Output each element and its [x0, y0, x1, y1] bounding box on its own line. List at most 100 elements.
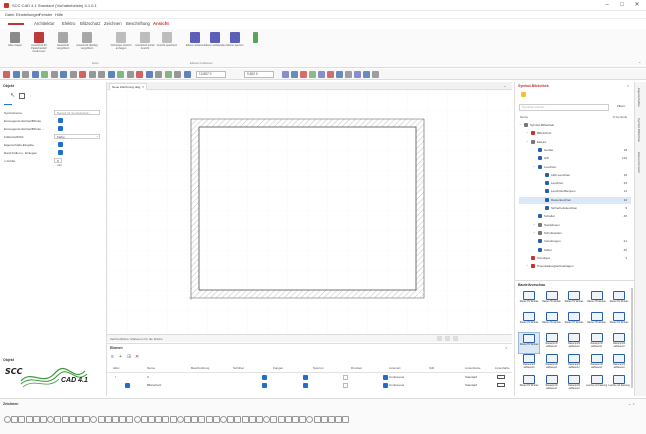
- draw-tool-43-icon[interactable]: [313, 416, 321, 423]
- ribbon-button-10[interactable]: [244, 31, 266, 61]
- draw-tool-12-icon[interactable]: [90, 416, 98, 423]
- layer-name[interactable]: 0: [147, 375, 149, 379]
- draw-tool-11-icon[interactable]: [83, 416, 91, 423]
- tree-expander-icon[interactable]: ⌄: [526, 263, 529, 267]
- toolbar-snap-7-icon[interactable]: [345, 71, 352, 78]
- draw-tool-39-icon[interactable]: [284, 416, 292, 423]
- component-tile[interactable]: Rasterprofil aufbauend: [541, 374, 563, 396]
- toolbar-tool-3-icon[interactable]: [31, 71, 39, 78]
- sidetab-eigenschaften[interactable]: Eigenschaften: [637, 88, 641, 107]
- print-checkbox[interactable]: [383, 383, 388, 388]
- toolbar-tool-16-icon[interactable]: [155, 71, 162, 78]
- layer-linetype[interactable]: Continuous: [389, 383, 404, 387]
- layer-color-swatch[interactable]: [497, 375, 505, 379]
- tree-item[interactable]: Verteilungen 21: [519, 238, 631, 245]
- draw-tool-20-icon[interactable]: [148, 416, 155, 423]
- tree-expander-icon[interactable]: ⌄: [526, 130, 529, 134]
- toolbar-snap-9-icon[interactable]: [363, 71, 370, 78]
- tree-item[interactable]: ⌄ Schnittstellen: [519, 230, 631, 237]
- draw-tool-35-icon[interactable]: [256, 416, 263, 423]
- draw-tool-42-icon[interactable]: [306, 416, 314, 423]
- sidetab-ebenen-ansicht[interactable]: Ebenen/Ansicht: [637, 152, 641, 173]
- symbol-panel-close-icon[interactable]: ×: [627, 83, 629, 88]
- layer-color-swatch[interactable]: [497, 383, 505, 387]
- draw-tool-14-icon[interactable]: [104, 416, 112, 423]
- minimize-button[interactable]: –: [600, 1, 614, 10]
- draw-tool-4-icon[interactable]: [32, 416, 40, 423]
- component-tile[interactable]: Rasterprofil aufbauend: [563, 353, 585, 375]
- draw-tool-5-icon[interactable]: [40, 416, 47, 423]
- toolbar-tool-4-icon[interactable]: [41, 71, 48, 78]
- ribbon-button-7[interactable]: Ebene isolieren: [184, 31, 206, 61]
- draw-tool-33-icon[interactable]: [241, 416, 249, 423]
- app-menu-button[interactable]: [8, 23, 24, 25]
- draw-tool-29-icon[interactable]: [212, 416, 220, 423]
- ribbon-button-1[interactable]: Ausschnitt für Papierbereich bestimmen: [28, 31, 50, 61]
- draw-tool-34-icon[interactable]: [248, 416, 256, 423]
- tree-item[interactable]: ⌄ Potentialausgleichsanlagen: [519, 263, 631, 270]
- toolbar-snap-4-icon[interactable]: [318, 71, 325, 78]
- tree-item[interactable]: ⌄ Blitzschutz: [519, 130, 631, 137]
- component-tile[interactable]: Raster-HV Einbau: [586, 290, 608, 312]
- lock-checkbox[interactable]: [343, 383, 348, 388]
- tree-item[interactable]: Rasterleuchten 34: [519, 196, 631, 204]
- doc-tab-active[interactable]: Neue Zeichnung.dwg ×: [109, 83, 147, 90]
- draw-tool-45-icon[interactable]: [328, 416, 335, 423]
- ribbon-button-5[interactable]: Ausschnitt letzter Ansicht: [134, 31, 156, 61]
- maximize-button[interactable]: □: [615, 1, 629, 10]
- ribbon-button-0[interactable]: Alles zeigen: [4, 31, 26, 61]
- component-tile[interactable]: Raster-HV Einbau: [541, 311, 563, 333]
- component-tile[interactable]: Raster-HV Einbau: [608, 290, 630, 312]
- toolbar-tool-13-icon[interactable]: [126, 71, 134, 78]
- zeichnen-pin-icon[interactable]: ⌄ ×: [628, 401, 635, 406]
- draw-tool-25-icon[interactable]: [184, 416, 191, 423]
- draw-tool-47-icon[interactable]: [342, 416, 350, 423]
- menu-fenster[interactable]: Fenster: [39, 12, 53, 17]
- draw-tool-38-icon[interactable]: [277, 416, 285, 423]
- draw-tool-13-icon[interactable]: [97, 416, 105, 423]
- draw-tool-24-icon[interactable]: [176, 416, 184, 423]
- property-checkbox[interactable]: [58, 126, 63, 131]
- tree-item[interactable]: LED-Leuchten 10: [519, 172, 631, 179]
- close-button[interactable]: ✕: [630, 1, 644, 10]
- draw-tool-19-icon[interactable]: [140, 416, 148, 423]
- draw-tool-36-icon[interactable]: [263, 416, 271, 423]
- visible-checkbox[interactable]: [262, 383, 267, 388]
- visible-checkbox[interactable]: [262, 375, 267, 380]
- tab-ansicht[interactable]: Ansicht: [153, 21, 169, 26]
- doc-tab-menu-icon[interactable]: ⌄: [503, 83, 506, 88]
- coord-x-field[interactable]: 12,857 0: [196, 71, 226, 78]
- toolbar-snap-8-icon[interactable]: [354, 71, 361, 78]
- tree-item[interactable]: Leuchten 33: [519, 180, 631, 187]
- toolbar-snap-3-icon[interactable]: [309, 71, 316, 78]
- component-tile[interactable]: Raster-HV Einbau: [518, 332, 540, 354]
- component-tile[interactable]: Rasterprofil aufbauend: [518, 353, 540, 375]
- draw-tool-37-icon[interactable]: [270, 416, 278, 423]
- select-frame-icon[interactable]: [19, 93, 25, 99]
- tree-item[interactable]: Kabel 40: [519, 247, 631, 254]
- draw-tool-26-icon[interactable]: [191, 416, 199, 423]
- draw-tool-2-icon[interactable]: [18, 416, 26, 423]
- menu-datei[interactable]: Datei: [5, 12, 14, 17]
- tree-item[interactable]: Schalter 46: [519, 213, 631, 220]
- property-input[interactable]: 8 mm: [54, 158, 62, 167]
- toolbar-tool-9-icon[interactable]: [88, 71, 96, 78]
- component-tile[interactable]: Rasterprofil aufbauend: [608, 332, 630, 354]
- draw-tool-21-icon[interactable]: [155, 416, 163, 423]
- drawing-svg[interactable]: [107, 90, 512, 334]
- layer-filter-icon[interactable]: ⊞: [127, 354, 131, 360]
- layers-close-icon[interactable]: ×: [505, 345, 507, 350]
- tree-item[interactable]: ⌄ Symbol-Bibliothek: [519, 122, 631, 129]
- ribbon-collapse-icon[interactable]: ⌃: [638, 61, 641, 66]
- draw-tool-3-icon[interactable]: [25, 416, 33, 423]
- layer-list-icon[interactable]: ≡: [111, 354, 114, 360]
- toolbar-snap-5-icon[interactable]: [327, 71, 334, 78]
- component-tile[interactable]: Rasterprofil aufbauend: [586, 353, 608, 375]
- draw-tool-22-icon[interactable]: [162, 416, 170, 423]
- property-checkbox[interactable]: [58, 118, 63, 123]
- coord-y-field[interactable]: 0,500 0: [244, 71, 274, 78]
- tree-item[interactable]: Leuchtstofflampen 14: [519, 188, 631, 195]
- folder-icon[interactable]: [521, 92, 526, 97]
- draw-tool-1-icon[interactable]: [11, 416, 19, 423]
- ribbon-button-9[interactable]: Ebene sperren: [224, 31, 246, 61]
